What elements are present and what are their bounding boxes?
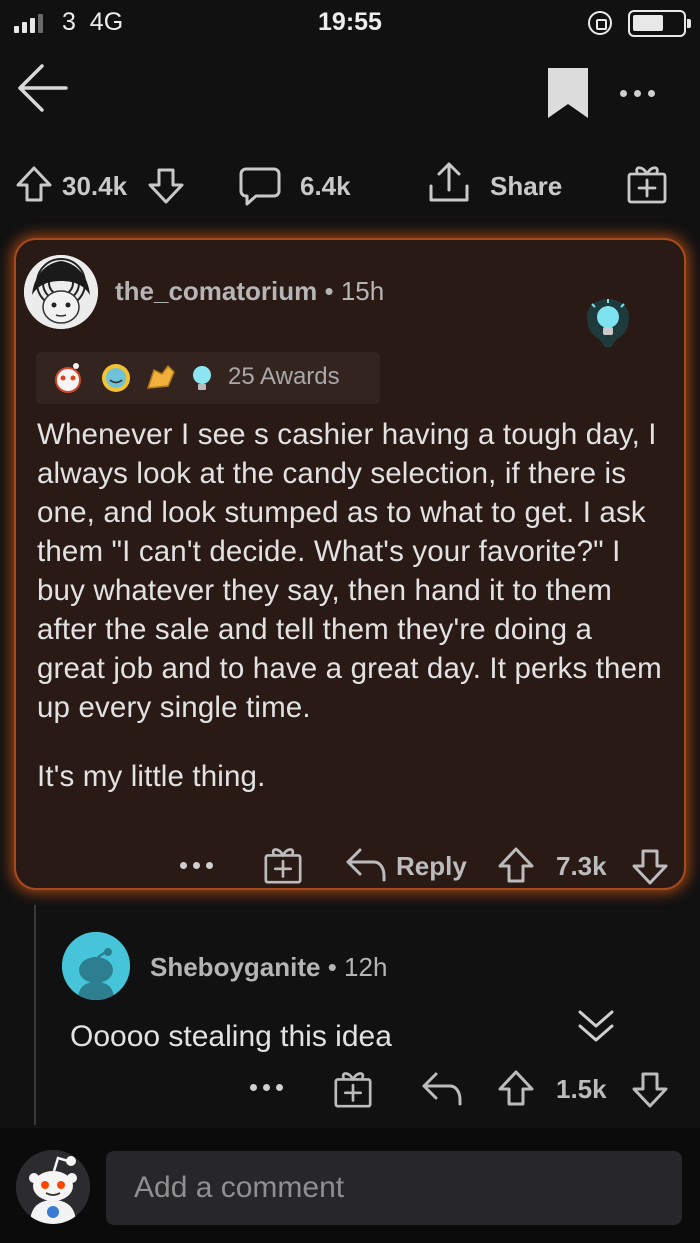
post-comment-count: 6.4k [300, 171, 351, 201]
comment-paragraph: Whenever I see s cashier having a tough … [37, 418, 662, 724]
rotation-lock-icon [588, 11, 612, 35]
downvote-icon[interactable] [146, 166, 186, 206]
meta-separator: • [317, 276, 341, 306]
downvote-icon[interactable] [630, 1070, 670, 1110]
reply-score: 1.5k [556, 1074, 607, 1104]
comment-username[interactable]: the_comatorium [115, 276, 317, 306]
snoo-icon [16, 1150, 90, 1224]
comment-meta: the_comatorium • 15h [115, 276, 384, 307]
comment-age: 15h [340, 276, 385, 306]
comment-more-button[interactable] [250, 1084, 283, 1091]
more-icon[interactable] [620, 90, 655, 97]
collapse-icon[interactable] [574, 1006, 618, 1046]
gift-icon[interactable] [332, 1068, 374, 1110]
reply-icon[interactable] [420, 1070, 464, 1108]
comment-body: Whenever I see s cashier having a tough … [37, 415, 665, 796]
comment-more-button[interactable] [180, 862, 213, 869]
bookmark-icon[interactable] [548, 68, 588, 118]
avatar[interactable] [24, 255, 98, 329]
upvote-icon[interactable] [496, 1068, 536, 1108]
battery-icon [628, 10, 691, 37]
comment-paragraph: It's my little thing. [37, 760, 266, 793]
comment-age: 12h [344, 952, 388, 982]
avatar[interactable] [62, 932, 130, 1000]
upvote-icon[interactable] [496, 845, 536, 885]
thread-line[interactable] [34, 905, 36, 1125]
user-avatar[interactable] [16, 1150, 90, 1224]
status-bar: 3 4G 19:55 [0, 0, 700, 46]
award-icons [55, 363, 211, 393]
share-icon[interactable] [426, 160, 472, 206]
post-upvote-count: 30.4k [62, 171, 128, 201]
lightbulb-icon [587, 299, 629, 347]
comment-score: 7.3k [556, 851, 607, 881]
reply-body: Ooooo stealing this idea [70, 1020, 392, 1053]
reply-icon[interactable] [344, 846, 388, 884]
avatar-illustration-icon [24, 255, 98, 329]
comment-meta: Sheboyganite • 12h [150, 952, 387, 983]
comment-input[interactable] [106, 1151, 682, 1225]
downvote-icon[interactable] [630, 847, 670, 887]
back-arrow-icon[interactable] [14, 60, 70, 116]
gift-icon[interactable] [625, 162, 669, 206]
comment-icon[interactable] [238, 164, 282, 208]
gift-icon[interactable] [262, 844, 304, 886]
share-button[interactable]: Share [490, 171, 562, 202]
upvote-icon[interactable] [14, 164, 54, 204]
snoo-avatar-icon [62, 932, 130, 1000]
comment-username[interactable]: Sheboyganite [150, 952, 320, 982]
awards-count[interactable]: 25 Awards [228, 363, 340, 391]
meta-separator: • [320, 952, 345, 982]
reply-button[interactable]: Reply [396, 851, 467, 882]
